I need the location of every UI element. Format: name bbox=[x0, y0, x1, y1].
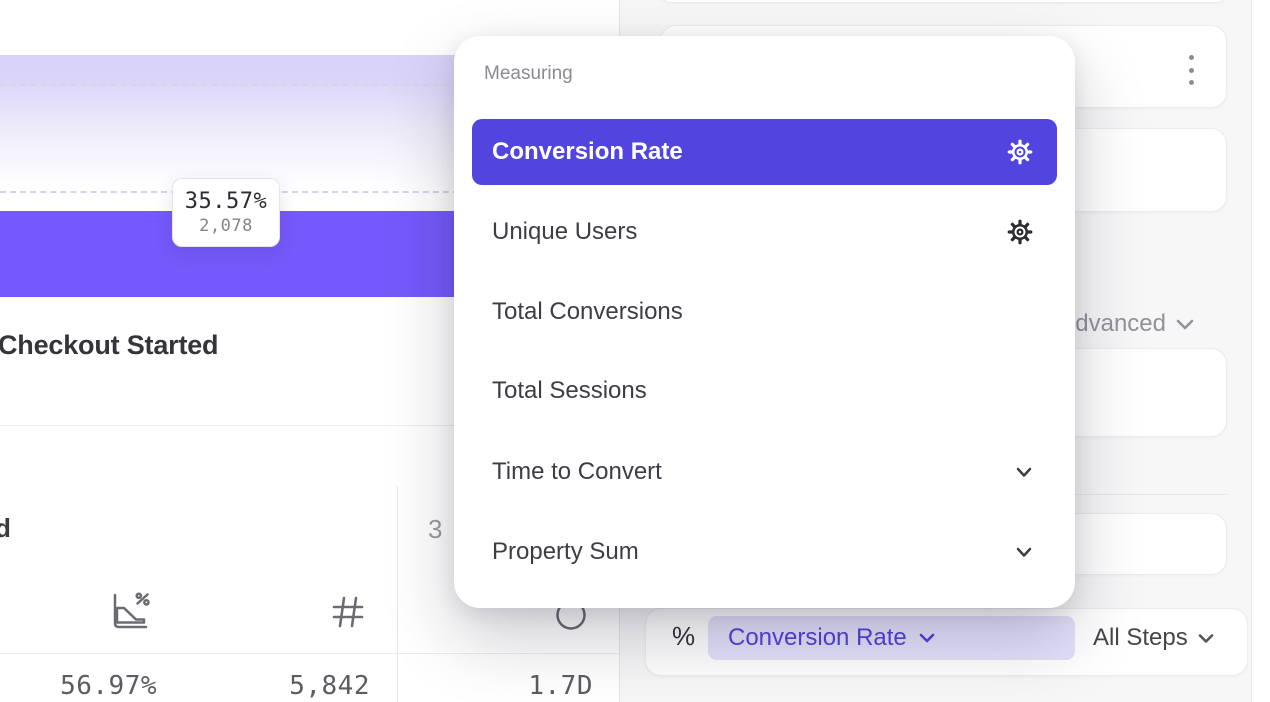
funnel-report-screen: 35.57% 2,078 Checkout Started d 3 bbox=[0, 0, 1270, 702]
menu-item-total-conversions[interactable]: Total Conversions bbox=[472, 279, 1057, 345]
count-icon bbox=[328, 593, 368, 636]
chevron-down-icon[interactable] bbox=[1174, 315, 1196, 338]
measuring-dropdown: Measuring Conversion Rate Unique Users bbox=[454, 36, 1075, 608]
gear-icon[interactable] bbox=[1005, 217, 1035, 247]
tooltip-count: 2,078 bbox=[199, 216, 253, 236]
kebab-menu-icon[interactable] bbox=[1183, 55, 1199, 85]
conversion-rate-icon bbox=[108, 591, 152, 638]
measuring-dropdown-title: Measuring bbox=[484, 63, 573, 85]
chevron-down-icon[interactable] bbox=[1196, 631, 1216, 652]
chevron-down-icon bbox=[1013, 543, 1035, 561]
menu-item-property-sum[interactable]: Property Sum bbox=[472, 519, 1057, 585]
chevron-down-icon bbox=[917, 630, 937, 646]
table-header-fragment-left: d bbox=[0, 513, 11, 544]
menu-item-label: Time to Convert bbox=[492, 458, 662, 486]
panel-right-edge bbox=[1251, 0, 1252, 702]
menu-item-unique-users[interactable]: Unique Users bbox=[472, 199, 1057, 265]
funnel-step-label: Checkout Started bbox=[0, 330, 218, 361]
menu-item-label: Unique Users bbox=[492, 218, 637, 246]
table-row-divider bbox=[0, 653, 620, 654]
percent-unit-symbol: % bbox=[672, 621, 695, 652]
measurement-selector[interactable]: Conversion Rate bbox=[708, 616, 1075, 660]
menu-item-total-sessions[interactable]: Total Sessions bbox=[472, 358, 1057, 424]
metric-conversion-rate-value: 56.97% bbox=[27, 671, 157, 701]
menu-item-label: Total Conversions bbox=[492, 298, 683, 326]
tooltip-conversion-rate: 35.57% bbox=[185, 189, 267, 214]
chevron-down-icon bbox=[1013, 463, 1035, 481]
measurement-selector-label: Conversion Rate bbox=[728, 624, 907, 652]
steps-scope-selector[interactable]: All Steps bbox=[1093, 624, 1188, 652]
menu-item-label: Total Sessions bbox=[492, 377, 647, 405]
metric-time-value: 1.7D bbox=[463, 671, 593, 701]
builder-card-top bbox=[660, 0, 1227, 3]
menu-item-conversion-rate[interactable]: Conversion Rate bbox=[472, 119, 1057, 185]
gear-icon[interactable] bbox=[1005, 137, 1035, 167]
table-header-fragment-right: 3 bbox=[428, 514, 442, 545]
metric-count-value: 5,842 bbox=[240, 671, 370, 701]
funnel-tooltip: 35.57% 2,078 bbox=[172, 178, 280, 247]
menu-item-label: Conversion Rate bbox=[492, 138, 683, 166]
menu-item-label: Property Sum bbox=[492, 538, 639, 566]
menu-item-time-to-convert[interactable]: Time to Convert bbox=[472, 439, 1057, 505]
table-column-divider bbox=[397, 486, 398, 702]
